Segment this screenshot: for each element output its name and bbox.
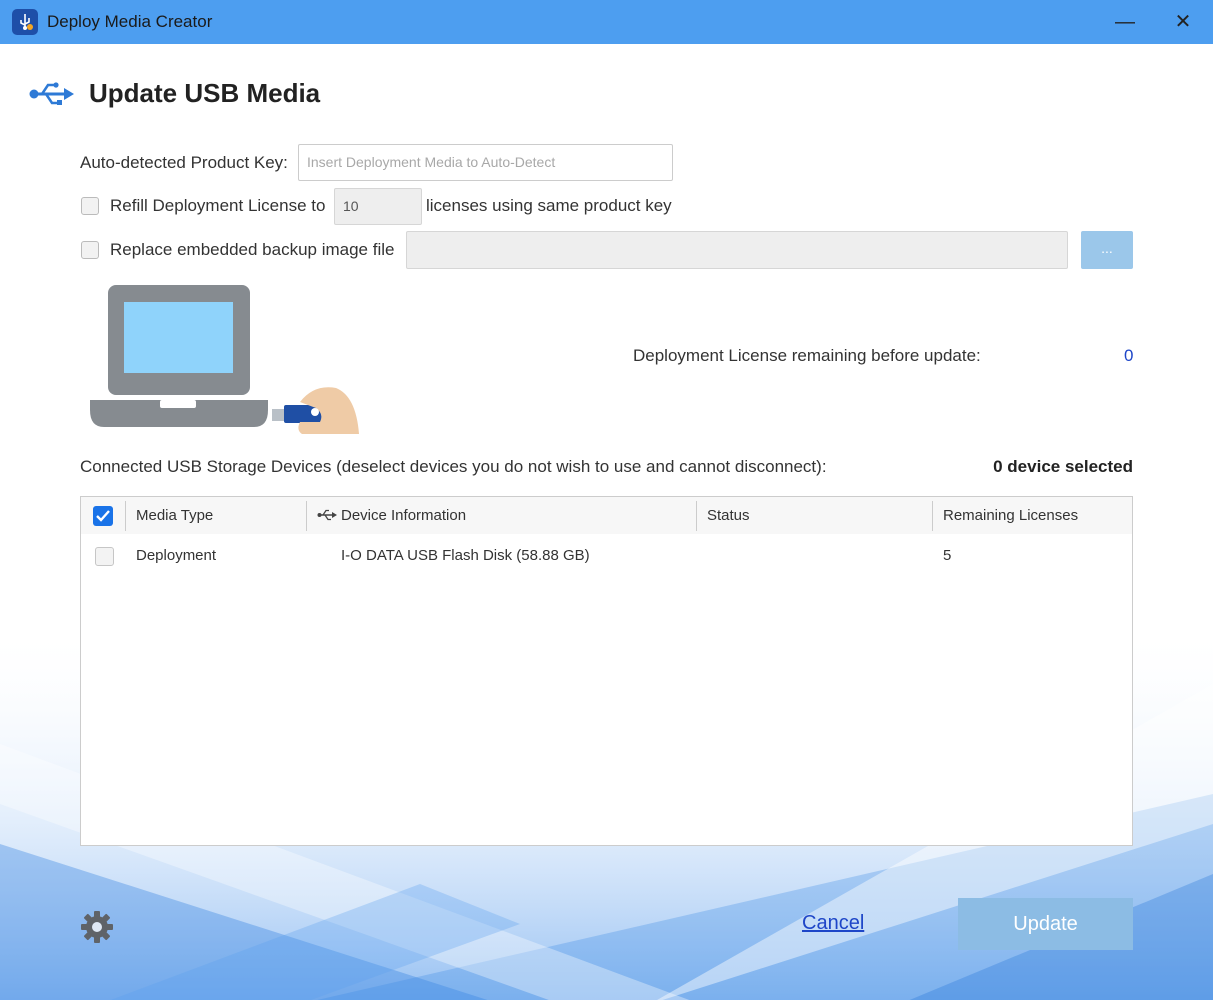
main-content: Update USB Media Auto-detected Product K…	[0, 44, 1213, 1000]
header-status[interactable]: Status	[707, 497, 750, 534]
app-usb-icon	[12, 9, 38, 35]
devices-table: Media Type Device Information Status Rem…	[80, 496, 1133, 846]
column-divider	[932, 501, 933, 531]
product-key-input[interactable]: Insert Deployment Media to Auto-Detect	[298, 144, 673, 181]
page-title: Update USB Media	[89, 78, 321, 108]
row-checkbox[interactable]	[95, 547, 114, 566]
column-divider	[306, 501, 307, 531]
cancel-link[interactable]: Cancel	[802, 912, 864, 935]
header-media-type[interactable]: Media Type	[136, 497, 213, 534]
refill-label: Refill Deployment License to	[110, 196, 326, 215]
column-divider	[125, 501, 126, 531]
product-key-label: Auto-detected Product Key:	[80, 153, 288, 172]
cell-media-type: Deployment	[136, 547, 217, 564]
replace-image-checkbox[interactable]	[81, 241, 99, 259]
close-button[interactable]: ✕	[1168, 8, 1198, 36]
select-all-checkbox[interactable]	[93, 506, 113, 526]
laptop-illustration	[90, 285, 359, 434]
refill-checkbox[interactable]	[81, 197, 99, 215]
column-divider	[696, 501, 697, 531]
minimize-button[interactable]: —	[1110, 8, 1140, 36]
gear-icon[interactable]	[79, 909, 115, 945]
table-header: Media Type Device Information Status Rem…	[81, 497, 1132, 534]
cell-remaining-licenses: 5	[943, 547, 952, 564]
usb-icon	[29, 82, 74, 105]
usb-small-icon	[317, 509, 337, 521]
update-button[interactable]: Update	[958, 898, 1133, 950]
browse-button[interactable]: ...	[1081, 231, 1133, 269]
window-title: Deploy Media Creator	[47, 12, 213, 31]
license-remaining-value: 0	[1124, 346, 1134, 365]
table-row[interactable]: Deployment I-O DATA USB Flash Disk (58.8…	[81, 536, 1132, 576]
title-bar: Deploy Media Creator — ✕	[0, 0, 1213, 44]
cell-device-info: I-O DATA USB Flash Disk (58.88 GB)	[341, 547, 590, 564]
checkmark-icon	[96, 510, 110, 522]
refill-count-input[interactable]: 10	[334, 188, 422, 225]
backup-image-path-input[interactable]	[406, 231, 1068, 269]
devices-label: Connected USB Storage Devices (deselect …	[80, 457, 827, 476]
license-remaining-label: Deployment License remaining before upda…	[633, 346, 981, 365]
selected-count: 0 device selected	[993, 457, 1133, 476]
refill-suffix-label: licenses using same product key	[426, 196, 672, 215]
header-remaining-licenses[interactable]: Remaining Licenses	[943, 497, 1078, 534]
replace-image-label: Replace embedded backup image file	[110, 240, 395, 259]
header-device-information[interactable]: Device Information	[341, 497, 466, 534]
